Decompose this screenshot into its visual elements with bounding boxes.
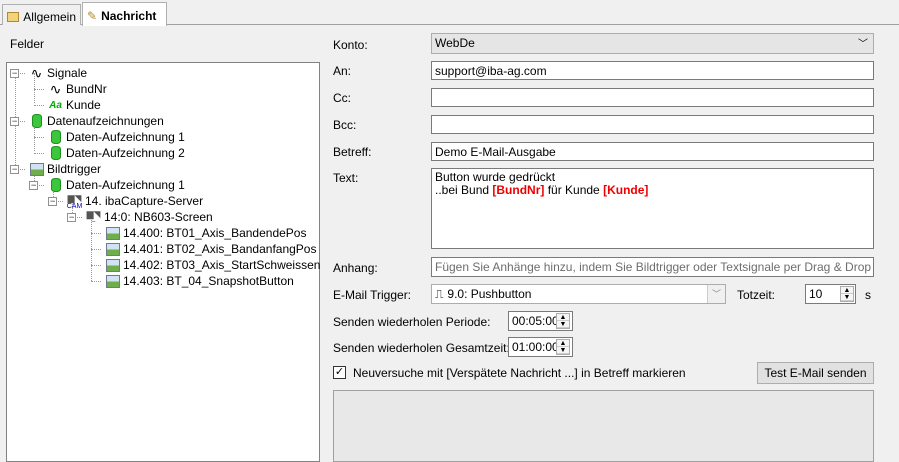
an-label: An: [333,64,352,78]
bcc-label: Bcc: [333,118,357,132]
totzeit-spinner[interactable]: ▲ ▼ [840,286,854,302]
tree-node-label: 14:0: NB603-Screen [104,210,213,224]
tree-node[interactable]: 14.402: BT03_Axis_StartSchweissen [105,257,320,273]
tree-node[interactable]: Daten-Aufzeichnung 2 [48,145,185,161]
placeholder-bundnr: [BundNr] [492,183,545,197]
anhang-label: Anhang: [333,261,378,275]
image-icon [29,162,44,176]
tree-node[interactable]: ▆◥ CAM 14. ibaCapture-Server [66,192,204,210]
cc-label: Cc: [333,91,351,105]
image-icon [105,274,120,288]
tree-node-label: Signale [47,66,88,80]
tree-node-label: Bildtrigger [47,162,102,176]
image-icon [105,226,120,240]
tree-node[interactable]: Datenaufzeichnungen [29,113,164,129]
cc-input[interactable] [431,88,874,107]
tree-node-label: Daten-Aufzeichnung 1 [66,130,185,144]
tree-node-label: Daten-Aufzeichnung 1 [66,178,185,192]
edit-pencil-icon: ✎ [87,9,98,23]
konto-dropdown[interactable]: WebDe ﹀ [431,33,874,54]
data-cylinder-icon [29,114,44,128]
tree-node[interactable]: 14.401: BT02_Axis_BandanfangPos [105,241,316,257]
tree-node-label: Daten-Aufzeichnung 2 [66,146,185,160]
tree-node-label: BundNr [66,82,107,96]
fields-tree[interactable]: − ∿ Signale ∿ BundNr Aa Kunde − Datenaufzeichnun… [6,62,320,462]
tree-node-label: 14.402: BT03_Axis_StartSchweissen [123,258,321,272]
preview-panel [333,390,874,462]
anhang-drop-area[interactable]: Fügen Sie Anhänge hinzu, indem Sie Bildt… [431,257,874,277]
gesamt-spinner[interactable]: ▲ ▼ [556,339,570,355]
chevron-down-icon: ﹀ [707,285,725,303]
tree-node-label: 14.403: BT_04_SnapshotButton [123,274,294,288]
image-icon [105,258,120,272]
tab-bar: Allgemein ✎ Nachricht [0,0,899,26]
totzeit-unit: s [865,288,871,302]
signal-wave-icon: ∿ [49,80,62,97]
tree-node[interactable]: Daten-Aufzeichnung 1 [48,177,185,193]
tree-node[interactable]: ∿ Signale [29,65,87,81]
test-email-button[interactable]: Test E-Mail senden [757,362,874,384]
tree-node[interactable]: 14.403: BT_04_SnapshotButton [105,273,294,289]
image-icon [105,242,120,256]
periode-label: Senden wiederholen Periode: [333,315,491,329]
tree-node[interactable]: ▆◥ ~14:0: NB603-Screen [86,208,213,226]
tree-node[interactable]: Bildtrigger [29,161,101,177]
placeholder-kunde: [Kunde] [603,183,649,197]
camera-icon: ▆◥ ~ [86,208,101,226]
tree-node-label: Kunde [66,98,101,112]
tree-node[interactable]: Daten-Aufzeichnung 1 [48,129,185,145]
text-body-input[interactable]: Button wurde gedrückt ..bei Bund [BundNr… [431,168,874,249]
periode-spinner[interactable]: ▲ ▼ [556,313,570,329]
text-label: Text: [333,171,359,185]
tree-node-label: 14.401: BT02_Axis_BandanfangPos [123,242,317,256]
tree-node-label: Datenaufzeichnungen [47,114,164,128]
felder-label: Felder [10,37,45,51]
data-cylinder-icon [48,146,63,160]
data-cylinder-icon [48,130,63,144]
camera-icon: ▆◥ CAM [66,192,83,210]
tab-nachricht[interactable]: ✎ Nachricht [82,2,167,26]
an-input[interactable]: support@iba-ag.com [431,61,874,80]
envelope-icon [7,11,20,22]
betreff-input[interactable]: Demo E-Mail-Ausgabe [431,142,874,161]
tree-node-label: 14.400: BT01_Axis_BandendePos [123,226,307,240]
chevron-down-icon: ﹀ [858,39,868,50]
retry-mark-checkbox[interactable]: ✓ [333,366,346,379]
tree-node[interactable]: 14.400: BT01_Axis_BandendePos [105,225,306,241]
text-signal-icon: Aa [49,99,62,111]
tab-allgemein[interactable]: Allgemein [2,4,81,25]
trigger-dropdown[interactable]: ⎍ 9.0: Pushbutton ﹀ [431,284,726,304]
tree-node[interactable]: Aa Kunde [48,97,101,113]
betreff-label: Betreff: [333,145,372,159]
bcc-input[interactable] [431,115,874,134]
pulse-signal-icon: ⎍ [435,287,444,301]
data-cylinder-icon [48,178,63,192]
trigger-label: E-Mail Trigger: [333,288,412,302]
konto-label: Konto: [333,38,368,52]
signal-wave-icon: ∿ [30,64,43,81]
tree-node-label: 14. ibaCapture-Server [85,194,204,208]
retry-mark-label: Neuversuche mit [Verspätete Nachricht ..… [353,366,686,380]
gesamt-label: Senden wiederholen Gesamtzeit: [333,341,510,355]
tree-node[interactable]: ∿ BundNr [48,81,107,97]
totzeit-label: Totzeit: [737,288,776,302]
